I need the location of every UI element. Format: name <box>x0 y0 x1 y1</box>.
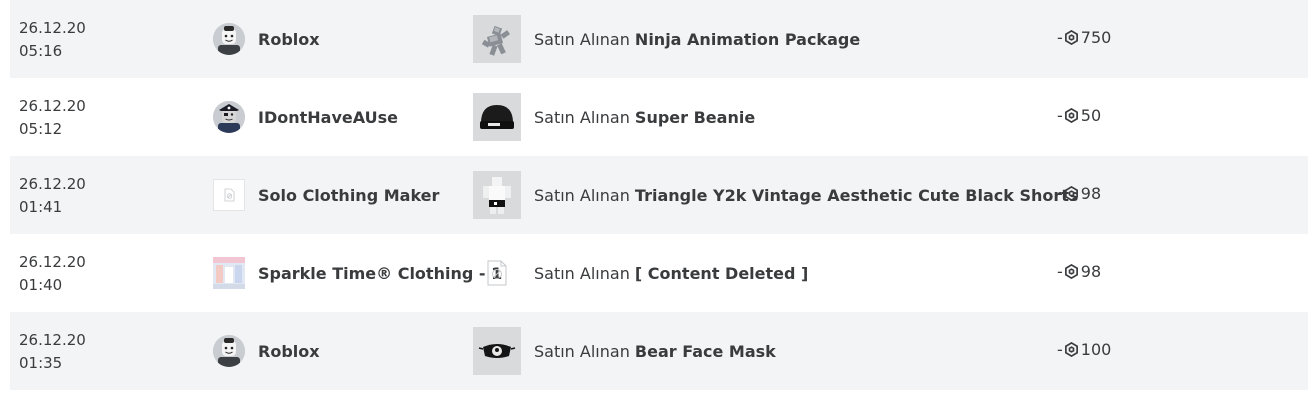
transaction-date: 26.12.20 05:16 <box>19 17 86 63</box>
bear-mask-thumbnail[interactable] <box>473 327 521 375</box>
robux-icon <box>1064 342 1078 357</box>
seller-name[interactable]: Roblox <box>258 30 320 49</box>
amount-value: 50 <box>1080 106 1102 125</box>
seller[interactable]: Roblox <box>213 23 320 55</box>
seller-name[interactable]: Sparkle Time® Clothing - 1 <box>258 264 502 283</box>
transaction-date: 26.12.20 01:35 <box>19 329 86 375</box>
item-prefix: Satın Alınan <box>534 29 630 49</box>
amount-sign: - <box>1057 340 1063 359</box>
date-text: 26.12.20 <box>19 175 86 193</box>
time-text: 05:12 <box>19 120 63 138</box>
seller-name[interactable]: IDontHaveAUse <box>258 108 398 127</box>
amount-value: 750 <box>1080 28 1112 47</box>
seller[interactable]: IDontHaveAUse <box>213 101 398 133</box>
item-description[interactable]: Satın Alınan Bear Face Mask <box>534 342 776 361</box>
amount-sign: - <box>1057 184 1063 203</box>
date-text: 26.12.20 <box>19 331 86 349</box>
amount-value: 98 <box>1080 184 1102 203</box>
seller-name[interactable]: Roblox <box>258 342 320 361</box>
item[interactable]: Satın Alınan Triangle Y2k Vintage Aesthe… <box>473 171 1078 219</box>
item-description[interactable]: Satın Alınan [ Content Deleted ] <box>534 264 808 283</box>
seller-name[interactable]: Solo Clothing Maker <box>258 186 439 205</box>
amount-sign: - <box>1057 106 1063 125</box>
table-row: 26.12.20 01:41 Solo Clothing Maker Satın… <box>10 156 1308 234</box>
amount-value: 100 <box>1080 340 1112 359</box>
beanie-thumbnail[interactable] <box>473 93 521 141</box>
amount: - 98 <box>1057 262 1101 281</box>
item-name[interactable]: [ Content Deleted ] <box>635 264 808 283</box>
item-prefix: Satın Alınan <box>534 263 630 283</box>
amount: - 98 <box>1057 184 1101 203</box>
amount-value: 98 <box>1080 262 1102 281</box>
time-text: 01:40 <box>19 276 63 294</box>
time-text: 01:41 <box>19 198 63 216</box>
time-text: 05:16 <box>19 42 63 60</box>
item[interactable]: Satın Alınan Bear Face Mask <box>473 327 776 375</box>
item-name[interactable]: Triangle Y2k Vintage Aesthetic Cute Blac… <box>635 186 1078 205</box>
roblox-avatar-icon[interactable] <box>213 23 245 55</box>
transaction-date: 26.12.20 01:41 <box>19 173 86 219</box>
item-prefix: Satın Alınan <box>534 107 630 127</box>
table-row: 26.12.20 01:35 Roblox Satın Alınan Bear … <box>10 312 1308 390</box>
amount: - 50 <box>1057 106 1101 125</box>
pirate-avatar-icon[interactable] <box>213 101 245 133</box>
item-prefix: Satın Alınan <box>534 185 630 205</box>
broken-image-icon[interactable] <box>213 179 245 211</box>
item-description[interactable]: Satın Alınan Super Beanie <box>534 108 755 127</box>
item-prefix: Satın Alınan <box>534 341 630 361</box>
date-text: 26.12.20 <box>19 19 86 37</box>
amount: - 100 <box>1057 340 1111 359</box>
date-text: 26.12.20 <box>19 253 86 271</box>
robux-icon <box>1064 186 1078 201</box>
transactions-table: 26.12.20 05:16 Roblox Satın Alınan Ninja… <box>10 0 1308 390</box>
item-description[interactable]: Satın Alınan Triangle Y2k Vintage Aesthe… <box>534 186 1078 205</box>
date-text: 26.12.20 <box>19 97 86 115</box>
table-row: 26.12.20 05:12 IDontHaveAUse Satın Alına… <box>10 78 1308 156</box>
robux-icon <box>1064 108 1078 123</box>
robux-icon <box>1064 30 1078 45</box>
seller[interactable]: Solo Clothing Maker <box>213 179 439 211</box>
seller[interactable]: Roblox <box>213 335 320 367</box>
item-description[interactable]: Satın Alınan Ninja Animation Package <box>534 30 860 49</box>
item-name[interactable]: Bear Face Mask <box>635 342 776 361</box>
robux-icon <box>1064 264 1078 279</box>
roblox-avatar-icon[interactable] <box>213 335 245 367</box>
transaction-date: 26.12.20 05:12 <box>19 95 86 141</box>
ninja-animation-thumbnail[interactable] <box>473 15 521 63</box>
table-row: 26.12.20 01:40 Sparkle Time® Clothing - … <box>10 234 1308 312</box>
amount-sign: - <box>1057 28 1063 47</box>
shorts-thumbnail[interactable] <box>473 171 521 219</box>
transaction-date: 26.12.20 01:40 <box>19 251 86 297</box>
item[interactable]: Satın Alınan Ninja Animation Package <box>473 15 860 63</box>
time-text: 01:35 <box>19 354 63 372</box>
content-deleted-icon[interactable] <box>473 249 521 297</box>
table-row: 26.12.20 05:16 Roblox Satın Alınan Ninja… <box>10 0 1308 78</box>
item[interactable]: Satın Alınan Super Beanie <box>473 93 755 141</box>
amount: - 750 <box>1057 28 1111 47</box>
item-name[interactable]: Super Beanie <box>635 108 755 127</box>
sparkle-group-icon[interactable] <box>213 257 245 289</box>
amount-sign: - <box>1057 262 1063 281</box>
item[interactable]: Satın Alınan [ Content Deleted ] <box>473 249 808 297</box>
seller[interactable]: Sparkle Time® Clothing - 1 <box>213 257 502 289</box>
item-name[interactable]: Ninja Animation Package <box>635 30 860 49</box>
